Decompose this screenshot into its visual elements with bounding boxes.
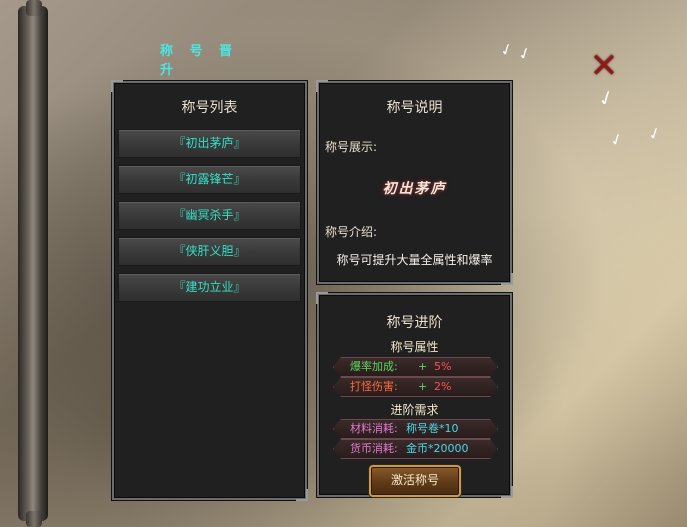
title-list-heading: 称号列表 [181, 100, 238, 116]
title-advance-heading: 称号进阶 [386, 315, 443, 331]
scroll-rod [18, 6, 48, 521]
intro-text: 称号可提升大量全属性和爆率 [336, 253, 493, 267]
attribute-value: 5% [434, 360, 452, 373]
title-list-item[interactable]: 『侠肝义胆』 [118, 237, 301, 266]
showcase-label: 称号展示: [325, 140, 378, 154]
title-description-heading: 称号说明 [386, 100, 443, 116]
intro-label: 称号介绍: [325, 225, 378, 239]
requirement-row-material: 材料消耗: 称号卷*10 [333, 419, 498, 439]
close-icon[interactable]: ✕ [588, 49, 620, 83]
attribute-value: 2% [434, 380, 452, 393]
title-list-item[interactable]: 『初露锋芒』 [118, 165, 301, 194]
requirements-heading: 进阶需求 [390, 403, 439, 417]
attribute-label: 爆率加成: [350, 360, 398, 373]
attribute-row-drop-rate: 爆率加成: + 5% [333, 357, 498, 377]
title-showcase-emblem: 初出茅庐 [382, 181, 447, 197]
title-list-item[interactable]: 『建功立业』 [118, 273, 301, 302]
scroll-rod-cap-top [26, 0, 42, 16]
requirement-label: 货币消耗: [350, 442, 398, 455]
attribute-label: 打怪伤害: [350, 380, 398, 393]
window-title: 称 号 晋 升 [160, 44, 239, 78]
activate-title-button[interactable]: 激活称号 [369, 465, 461, 497]
attribute-row-damage: 打怪伤害: + 2% [333, 377, 498, 397]
requirement-label: 材料消耗: [350, 422, 398, 435]
title-description-panel: 称号说明 称号展示: 初出茅庐 称号介绍: 称号可提升大量全属性和爆率 [316, 80, 513, 285]
title-list-item[interactable]: 『幽冥杀手』 [118, 201, 301, 230]
scroll-rod-cap-bottom [26, 511, 42, 527]
attributes-heading: 称号属性 [390, 340, 439, 354]
title-list-panel: 称号列表 『初出茅庐』 『初露锋芒』 『幽冥杀手』 『侠肝义胆』 『建功立业』 [111, 80, 308, 501]
requirement-value: 金币*20000 [406, 442, 469, 455]
attribute-plus: + [418, 360, 428, 373]
requirement-value: 称号卷*10 [406, 422, 459, 435]
requirement-row-currency: 货币消耗: 金币*20000 [333, 439, 498, 459]
attribute-plus: + [418, 380, 428, 393]
title-list-item[interactable]: 『初出茅庐』 [118, 129, 301, 158]
